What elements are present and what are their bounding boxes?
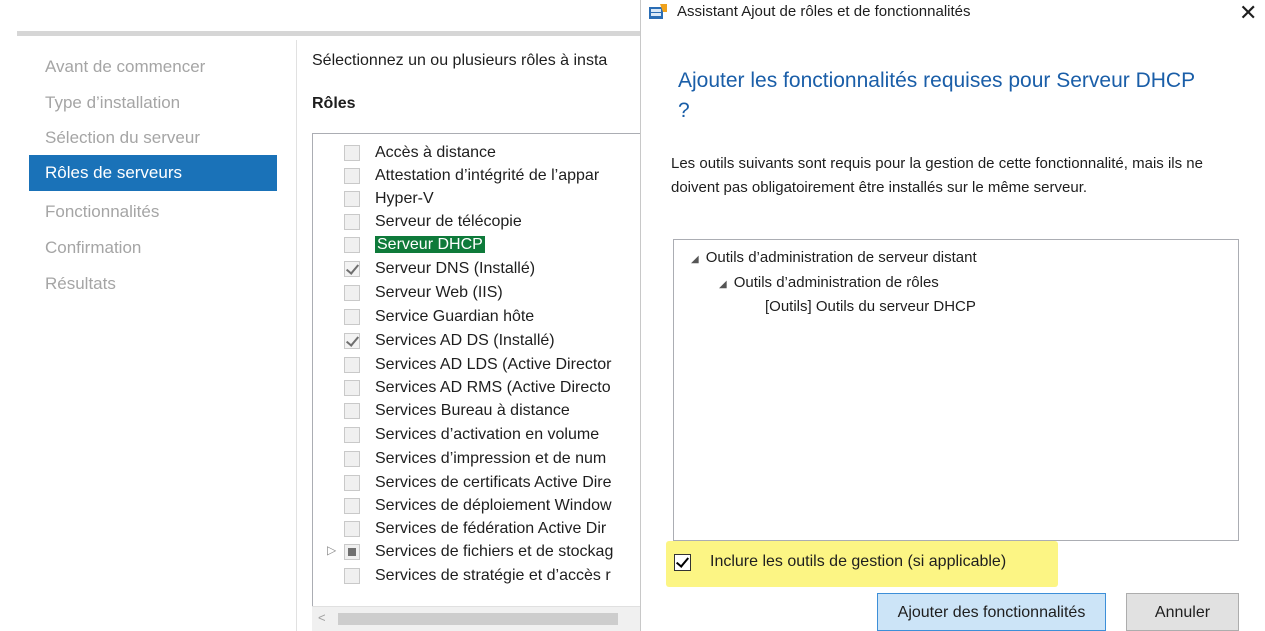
tree-node-label: Outils d’administration de rôles xyxy=(733,274,939,291)
role-checkbox[interactable] xyxy=(344,261,360,277)
roles-heading: Rôles xyxy=(312,95,356,112)
role-label: Services AD DS (Installé) xyxy=(375,332,555,349)
include-tools-label[interactable]: Inclure les outils de gestion (si applic… xyxy=(710,553,1006,571)
role-label: Services AD LDS (Active Director xyxy=(375,356,612,373)
role-row[interactable]: Accès à distance xyxy=(313,142,652,166)
role-label: Serveur DNS (Installé) xyxy=(375,260,536,277)
role-row-dhcp[interactable]: Serveur DHCP xyxy=(313,234,652,258)
nav-item-before-you-begin[interactable]: Avant de commencer xyxy=(29,49,277,85)
close-icon[interactable]: ✕ xyxy=(1239,0,1257,28)
dialog-description: Les outils suivants sont requis pour la … xyxy=(671,155,1203,196)
role-checkbox[interactable] xyxy=(344,285,360,301)
role-label: Services de déploiement Window xyxy=(375,497,612,514)
role-label: Hyper-V xyxy=(375,190,434,207)
role-row[interactable]: ▷ Services de fichiers et de stockag xyxy=(313,541,652,565)
role-label: Services de certificats Active Dire xyxy=(375,474,612,491)
role-label: Serveur de télécopie xyxy=(375,213,522,230)
role-label: Services Bureau à distance xyxy=(375,402,570,419)
tree-node-label: [Outils] Outils du serveur DHCP xyxy=(765,298,976,315)
roles-intro-text: Sélectionnez un ou plusieurs rôles à ins… xyxy=(312,52,608,69)
role-checkbox[interactable] xyxy=(344,357,360,373)
role-row[interactable]: Services de fédération Active Dir xyxy=(313,518,652,542)
collapse-triangle-icon[interactable]: ◢ xyxy=(691,254,699,265)
nav-item-installation-type[interactable]: Type d’installation xyxy=(29,85,277,121)
role-label: Services de stratégie et d’accès r xyxy=(375,567,611,584)
role-row[interactable]: Serveur DNS (Installé) xyxy=(313,258,652,282)
role-checkbox[interactable] xyxy=(344,168,360,184)
role-label: Services d’impression et de num xyxy=(375,450,607,467)
role-row[interactable]: Service Guardian hôte xyxy=(313,306,652,330)
role-row[interactable]: Services de déploiement Window xyxy=(313,495,652,519)
role-label: Service Guardian hôte xyxy=(375,308,535,325)
selected-role-label: Serveur DHCP xyxy=(375,236,485,253)
nav-item-server-selection[interactable]: Sélection du serveur xyxy=(29,120,277,156)
server-manager-icon xyxy=(649,4,667,19)
nav-item-features[interactable]: Fonctionnalités xyxy=(29,194,277,230)
role-checkbox[interactable] xyxy=(344,309,360,325)
add-features-button[interactable]: Ajouter des fonctionnalités xyxy=(877,593,1106,631)
background-wizard: Avant de commencer Type d’installation S… xyxy=(0,0,652,631)
tree-node[interactable]: ◢ Outils d’administration de rôles xyxy=(719,274,939,291)
nav-divider xyxy=(296,40,297,631)
scroll-left-arrow-icon[interactable]: < xyxy=(318,610,326,625)
roles-horizontal-scrollbar[interactable]: < xyxy=(312,606,645,631)
role-checkbox[interactable] xyxy=(344,427,360,443)
role-checkbox[interactable] xyxy=(344,333,360,349)
dialog-title: Assistant Ajout de rôles et de fonctionn… xyxy=(677,3,971,20)
role-label: Serveur Web (IIS) xyxy=(375,284,503,301)
role-row[interactable]: Services AD RMS (Active Directo xyxy=(313,377,652,401)
add-features-dialog: Assistant Ajout de rôles et de fonctionn… xyxy=(640,0,1265,631)
role-checkbox[interactable] xyxy=(344,380,360,396)
header-divider xyxy=(17,31,645,36)
nav-item-confirmation[interactable]: Confirmation xyxy=(29,230,277,266)
role-label: Services AD RMS (Active Directo xyxy=(375,379,611,396)
role-row[interactable]: Services de certificats Active Dire xyxy=(313,472,652,496)
nav-item-results[interactable]: Résultats xyxy=(29,266,277,302)
dialog-titlebar: Assistant Ajout de rôles et de fonctionn… xyxy=(641,0,1265,32)
role-label: Services de fédération Active Dir xyxy=(375,520,607,537)
role-row[interactable]: Hyper-V xyxy=(313,188,652,212)
role-checkbox[interactable] xyxy=(344,475,360,491)
role-row[interactable]: Services d’impression et de num xyxy=(313,448,652,472)
role-row[interactable]: Serveur de télécopie xyxy=(313,211,652,235)
tree-node-label: Outils d’administration de serveur dista… xyxy=(705,249,977,266)
role-checkbox[interactable] xyxy=(344,403,360,419)
role-label: Accès à distance xyxy=(375,144,496,161)
role-checkbox[interactable] xyxy=(344,544,360,560)
role-row[interactable]: Services d’activation en volume xyxy=(313,424,652,448)
role-checkbox[interactable] xyxy=(344,214,360,230)
role-checkbox[interactable] xyxy=(344,191,360,207)
role-row[interactable]: Services Bureau à distance xyxy=(313,400,652,424)
role-row[interactable]: Attestation d’intégrité de l’appar xyxy=(313,165,652,189)
role-row[interactable]: Services AD DS (Installé) xyxy=(313,330,652,354)
role-row[interactable]: Services de stratégie et d’accès r xyxy=(313,565,652,589)
required-features-tree[interactable]: ◢ Outils d’administration de serveur dist… xyxy=(673,239,1239,541)
role-checkbox[interactable] xyxy=(344,498,360,514)
tree-node[interactable]: [Outils] Outils du serveur DHCP xyxy=(765,298,976,315)
role-label-dhcp: Serveur DHCP xyxy=(375,236,485,254)
tree-node[interactable]: ◢ Outils d’administration de serveur dist… xyxy=(691,249,977,266)
dialog-heading: Ajouter les fonctionnalités requises pou… xyxy=(678,69,1195,122)
include-tools-checkbox[interactable] xyxy=(674,554,691,571)
role-label: Attestation d’intégrité de l’appar xyxy=(375,167,600,184)
cancel-button[interactable]: Annuler xyxy=(1126,593,1239,631)
role-checkbox[interactable] xyxy=(344,521,360,537)
role-label: Services d’activation en volume xyxy=(375,426,600,443)
nav-item-server-roles[interactable]: Rôles de serveurs xyxy=(29,155,277,191)
role-row[interactable]: Serveur Web (IIS) xyxy=(313,282,652,306)
role-checkbox[interactable] xyxy=(344,568,360,584)
roles-list[interactable]: Accès à distance Attestation d’intégrité… xyxy=(312,133,652,631)
role-checkbox[interactable] xyxy=(344,145,360,161)
role-row[interactable]: Services AD LDS (Active Director xyxy=(313,354,652,378)
role-checkbox[interactable] xyxy=(344,451,360,467)
role-checkbox-dhcp[interactable] xyxy=(344,237,360,253)
expand-arrow-icon[interactable]: ▷ xyxy=(327,543,336,557)
scroll-thumb[interactable] xyxy=(338,613,618,625)
collapse-triangle-icon[interactable]: ◢ xyxy=(719,279,727,290)
role-label: Services de fichiers et de stockag xyxy=(375,543,614,560)
